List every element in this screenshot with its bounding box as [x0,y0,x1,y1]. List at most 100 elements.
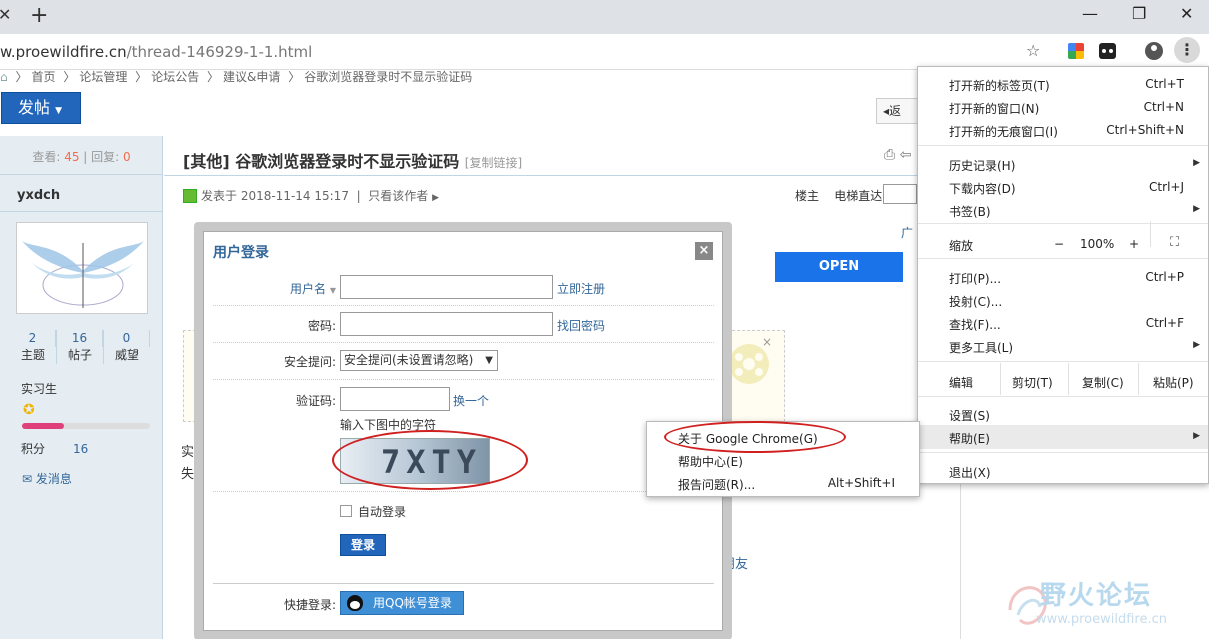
thread-title: [其他] 谷歌浏览器登录时不显示验证码 [复制链接] [183,152,523,171]
menu-incognito[interactable]: 打开新的无痕窗口(I) [949,123,1058,140]
login-submit-button[interactable]: 登录 [340,534,386,556]
security-question-select[interactable]: 安全提问(未设置请忽略) ▼ [340,350,498,371]
url-domain: w.proewildfire.cn [0,43,127,61]
breadcrumb-item[interactable]: 首页 [31,70,55,84]
submenu-arrow-icon: ▶ [1193,158,1200,168]
watermark-text: 野火论坛 [1040,581,1153,611]
print-icon[interactable]: ⎙ ⇦ [884,147,911,163]
menu-new-window[interactable]: 打开新的窗口(N) [949,100,1039,117]
author-counts: 2 主题 16 帖子 0 威望 [10,330,150,364]
menu-cast[interactable]: 投射(C)... [949,293,1002,310]
post-meta: 发表于 2018-11-14 15:17 | 只看该作者 ▶ [183,187,439,204]
home-icon[interactable]: ⌂ [0,70,8,84]
menu-history[interactable]: 历史记录(H) [949,157,1015,174]
username-input[interactable] [340,275,553,299]
author-sidebar: 查看: 45 | 回复: 0 yxdch 2 主题 16 帖子 0 威望 实习生 ✪ … [0,136,163,639]
zoom-in-button[interactable]: + [1129,237,1139,251]
login-dialog: 用户登录 × 用户名 ▼ 立即注册 密码: 找回密码 安全提问: 安全提问(未设… [203,231,723,631]
password-label: 密码: [307,319,336,333]
menu-downloads[interactable]: 下载内容(D) [949,180,1016,197]
bookmark-star-icon[interactable]: ☆ [1026,41,1040,60]
report-issue-item[interactable]: 报告问题(R)... [678,476,755,493]
rank-star-icon: ✪ [23,402,35,418]
new-post-button[interactable]: 发帖 ▼ [1,92,81,124]
submenu-arrow-icon: ▶ [1193,340,1200,350]
prestige-count[interactable]: 0 威望 [104,330,150,364]
annotation-highlight [332,430,528,490]
menu-cut[interactable]: 剪切(T) [1012,374,1053,391]
quick-login-label: 快捷登录: [283,598,336,612]
menu-new-tab[interactable]: 打开新的标签页(T) [949,77,1050,94]
avatar[interactable] [16,222,148,314]
qq-icon [347,595,363,611]
fullscreen-icon[interactable]: ⛶ [1170,235,1179,250]
breadcrumb-item[interactable]: 论坛公告 [151,70,199,84]
submenu-arrow-icon: ▶ [1193,204,1200,214]
register-link[interactable]: 立即注册 [557,280,605,297]
floor-jump-input[interactable] [883,184,917,204]
topics-count[interactable]: 2 主题 [10,330,57,364]
user-points: 积分 16 [21,442,89,456]
extension-icon[interactable] [1099,43,1116,59]
menu-help[interactable]: 帮助(E) [949,430,990,447]
browser-toolbar: w.proewildfire.cn/thread-146929-1-1.html… [0,34,1209,70]
ad-open-button[interactable]: OPEN [775,252,903,282]
security-question-label: 安全提问: [283,355,336,369]
close-tab-icon[interactable]: ✕ [0,5,11,24]
author-name[interactable]: yxdch [17,188,60,203]
profile-icon[interactable] [1145,42,1163,60]
new-tab-button[interactable]: + [30,3,48,28]
breadcrumb-item[interactable]: 论坛管理 [79,70,127,84]
address-bar[interactable]: w.proewildfire.cn/thread-146929-1-1.html [0,43,312,61]
mail-icon: ✉ [22,472,33,486]
breadcrumb-item[interactable]: 建议&申请 [223,70,280,84]
menu-more-tools[interactable]: 更多工具(L) [949,339,1013,356]
captcha-label: 验证码: [295,394,336,408]
menu-find[interactable]: 查找(F)... [949,316,1001,333]
menu-print[interactable]: 打印(P)... [949,270,1001,287]
user-rank: 实习生 [21,382,58,396]
close-dialog-button[interactable]: × [695,242,713,260]
watermark-url: www.proewildfire.cn [1036,612,1167,627]
auto-login-checkbox[interactable] [340,505,352,517]
submenu-arrow-icon: ▶ [1193,431,1200,441]
captcha-input[interactable] [340,387,450,411]
rank-progress-bar [22,423,150,429]
help-center-item[interactable]: 帮助中心(E) [678,453,743,470]
extension-icon[interactable] [1068,43,1084,59]
dialog-title: 用户登录 [213,245,269,261]
restore-icon[interactable]: ❐ [1132,4,1146,23]
menu-settings[interactable]: 设置(S) [949,407,990,424]
breadcrumb-item: 谷歌浏览器登录时不显示验证码 [304,70,473,84]
password-input[interactable] [340,312,553,336]
zoom-level: 100% [1080,237,1115,251]
menu-copy[interactable]: 复制(C) [1082,374,1124,391]
thread-stats: 查看: 45 | 回复: 0 [32,150,131,164]
zoom-out-button[interactable]: − [1054,237,1064,251]
minimize-icon[interactable]: — [1082,4,1098,23]
menu-exit[interactable]: 退出(X) [949,464,991,481]
username-label[interactable]: 用户名 ▼ [210,280,336,297]
ad-label: 广 [901,226,914,240]
recover-password-link[interactable]: 找回密码 [557,317,605,334]
breadcrumb: ⌂ 〉首页 〉论坛管理 〉论坛公告 〉建议&申请 〉谷歌浏览器登录时不显示验证码 [0,70,473,84]
only-author-link[interactable]: 只看该作者 [368,189,428,203]
menu-paste[interactable]: 粘贴(P) [1153,374,1194,391]
copy-link[interactable]: [复制链接] [465,156,522,170]
menu-zoom-label: 缩放 [949,239,974,253]
floor-info: 楼主 电梯直达 [795,189,883,203]
menu-bookmarks[interactable]: 书签(B) [949,203,991,220]
tab-strip: ✕ + — ❐ ✕ [0,0,1209,34]
chrome-main-menu: 打开新的标签页(T) Ctrl+T 打开新的窗口(N) Ctrl+N 打开新的无… [917,66,1209,484]
menu-edit-label: 编辑 [949,376,974,390]
menu-kebab-icon[interactable]: ⋮ [1174,37,1200,63]
send-message-link[interactable]: ✉ 发消息 [22,470,72,487]
online-status-icon [183,189,197,203]
auto-login-label[interactable]: 自动登录 [358,503,406,520]
posts-count[interactable]: 16 帖子 [57,330,104,364]
refresh-captcha-link[interactable]: 换一个 [453,392,489,409]
qq-login-button[interactable]: 用QQ帐号登录 [340,591,464,615]
url-path: /thread-146929-1-1.html [126,43,313,61]
back-button[interactable]: ◂返 [876,98,918,124]
close-window-icon[interactable]: ✕ [1180,4,1193,23]
